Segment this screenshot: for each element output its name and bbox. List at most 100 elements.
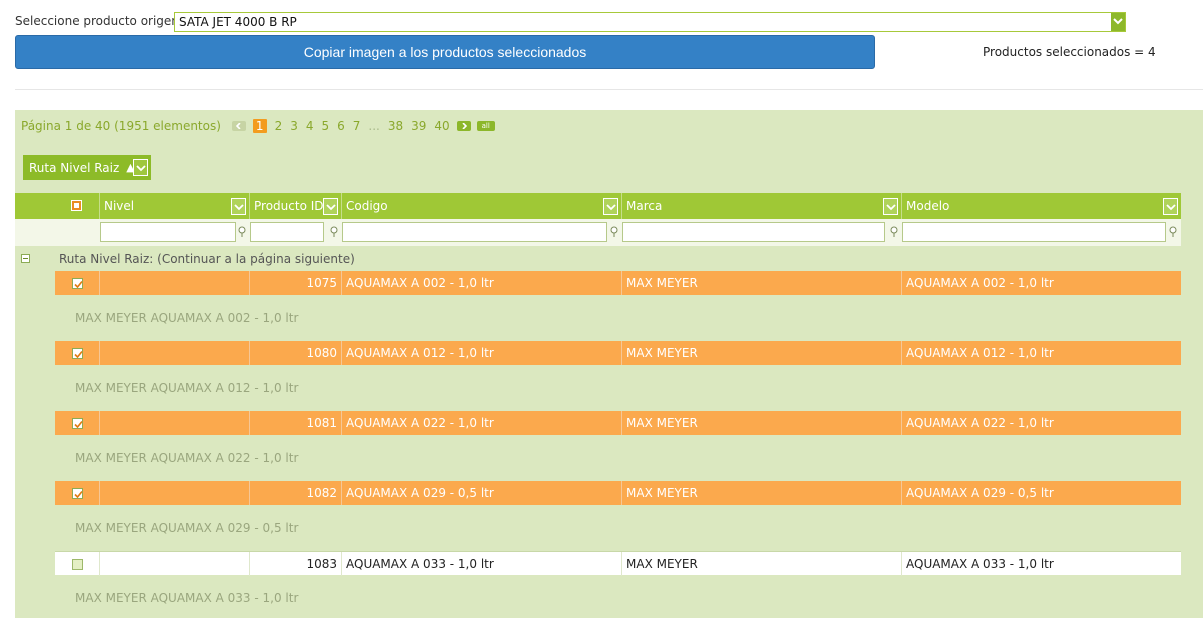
group-by-chip[interactable]: Ruta Nivel Raiz ▲ [23,155,151,180]
table-row[interactable]: 1081 AQUAMAX A 022 - 1,0 ltr MAX MEYER A… [55,411,1181,435]
row-detail: MAX MEYER AQUAMAX A 029 - 0,5 ltr [75,521,299,535]
show-all-button[interactable]: all [476,121,495,131]
cell-producto-id: 1075 [249,271,341,295]
products-grid: Página 1 de 40 (1951 elementos) 1 2 3 4 … [15,110,1203,618]
selected-products-count: Productos seleccionados = 4 [983,45,1156,59]
filter-icon[interactable] [609,226,619,238]
column-header-label: Modelo [906,199,950,213]
cell-codigo: AQUAMAX A 029 - 0,5 ltr [341,481,621,505]
column-header-label: Marca [626,199,663,213]
cell-codigo: AQUAMAX A 012 - 1,0 ltr [341,341,621,365]
cell-nivel [99,481,249,505]
cell-modelo: AQUAMAX A 012 - 1,0 ltr [901,341,1181,365]
table-row[interactable]: 1082 AQUAMAX A 029 - 0,5 ltr MAX MEYER A… [55,481,1181,505]
filter-input-marca[interactable] [622,222,885,242]
cell-nivel [99,552,249,576]
page-link[interactable]: 4 [306,119,314,133]
column-header-codigo[interactable]: Codigo [341,193,621,219]
row-checkbox[interactable] [72,418,83,429]
cell-marca: MAX MEYER [621,552,901,576]
chevron-down-icon[interactable] [883,198,898,215]
source-product-label: Seleccione producto origen:* [15,14,189,28]
cell-nivel [99,271,249,295]
chevron-down-icon[interactable] [1163,198,1178,215]
pager: Página 1 de 40 (1951 elementos) 1 2 3 4 … [21,119,498,133]
column-header-modelo[interactable]: Modelo [901,193,1181,219]
page-link[interactable]: 3 [290,119,298,133]
cell-modelo: AQUAMAX A 022 - 1,0 ltr [901,411,1181,435]
row-detail: MAX MEYER AQUAMAX A 012 - 1,0 ltr [75,381,299,395]
cell-modelo: AQUAMAX A 029 - 0,5 ltr [901,481,1181,505]
filter-row [15,219,1181,246]
pager-info: Página 1 de 40 (1951 elementos) [21,119,221,133]
cell-modelo: AQUAMAX A 002 - 1,0 ltr [901,271,1181,295]
filter-icon[interactable] [889,226,899,238]
cell-codigo: AQUAMAX A 033 - 1,0 ltr [341,552,621,576]
column-header-marca[interactable]: Marca [621,193,901,219]
column-header-label: Nivel [104,199,135,213]
cell-producto-id: 1083 [249,552,341,576]
page-link[interactable]: 39 [411,119,426,133]
cell-producto-id: 1081 [249,411,341,435]
filter-input-codigo[interactable] [342,222,607,242]
prev-page-icon[interactable] [231,121,246,131]
cell-marca: MAX MEYER [621,271,901,295]
page-link[interactable]: 6 [337,119,345,133]
page-link[interactable]: 40 [434,119,449,133]
page-link-current[interactable]: 1 [252,119,267,133]
group-row: Ruta Nivel Raiz: (Continuar a la página … [15,247,1181,271]
copy-image-button[interactable]: Copiar imagen a los productos selecciona… [15,35,875,69]
column-header-nivel[interactable]: Nivel [99,193,249,219]
table-row[interactable]: 1083 AQUAMAX A 033 - 1,0 ltr MAX MEYER A… [55,551,1181,576]
row-checkbox[interactable] [72,348,83,359]
chevron-down-icon[interactable] [1111,13,1125,31]
page-link[interactable]: 38 [388,119,403,133]
row-detail: MAX MEYER AQUAMAX A 033 - 1,0 ltr [75,591,299,605]
check-icon [74,490,83,499]
next-page-icon[interactable] [456,121,471,131]
group-row-label: Ruta Nivel Raiz: (Continuar a la página … [59,252,355,266]
cell-marca: MAX MEYER [621,341,901,365]
source-product-value: SATA JET 4000 B RP [179,15,297,29]
filter-input-producto-id[interactable] [250,222,324,242]
cell-codigo: AQUAMAX A 022 - 1,0 ltr [341,411,621,435]
page-ellipsis: ... [368,119,380,133]
check-icon [74,280,83,289]
filter-icon[interactable] [1168,226,1178,238]
row-checkbox[interactable] [72,488,83,499]
table-row[interactable]: 1080 AQUAMAX A 012 - 1,0 ltr MAX MEYER A… [55,341,1181,365]
cell-producto-id: 1080 [249,341,341,365]
column-header-label: Producto ID [254,199,324,213]
row-checkbox[interactable] [72,278,83,289]
row-detail: MAX MEYER AQUAMAX A 002 - 1,0 ltr [75,311,299,325]
cell-producto-id: 1082 [249,481,341,505]
filter-icon[interactable] [329,226,339,238]
cell-marca: MAX MEYER [621,481,901,505]
page-link[interactable]: 2 [275,119,283,133]
table-row[interactable]: 1075 AQUAMAX A 002 - 1,0 ltr MAX MEYER A… [55,271,1181,295]
filter-input-nivel[interactable] [100,222,236,242]
source-product-select[interactable]: SATA JET 4000 B RP [174,12,1126,32]
divider [15,89,1203,90]
select-all-checkbox[interactable] [71,200,82,211]
cell-marca: MAX MEYER [621,411,901,435]
grid-header-row: Nivel Producto ID Codigo Marca Modelo [15,193,1181,219]
chevron-down-icon[interactable] [323,198,338,215]
chevron-down-icon[interactable] [231,198,246,215]
column-header-label: Codigo [346,199,388,213]
check-icon [74,350,83,359]
cell-codigo: AQUAMAX A 002 - 1,0 ltr [341,271,621,295]
filter-input-modelo[interactable] [902,222,1166,242]
column-header-producto-id[interactable]: Producto ID [249,193,341,219]
page-link[interactable]: 5 [321,119,329,133]
chevron-down-icon[interactable] [603,198,618,215]
cell-modelo: AQUAMAX A 033 - 1,0 ltr [901,552,1181,576]
filter-icon[interactable] [237,226,247,238]
cell-nivel [99,411,249,435]
row-checkbox[interactable] [72,559,83,570]
cell-nivel [99,341,249,365]
page-link[interactable]: 7 [353,119,361,133]
minus-icon[interactable] [21,254,30,263]
check-icon [74,420,83,429]
chevron-down-icon[interactable] [133,159,148,176]
